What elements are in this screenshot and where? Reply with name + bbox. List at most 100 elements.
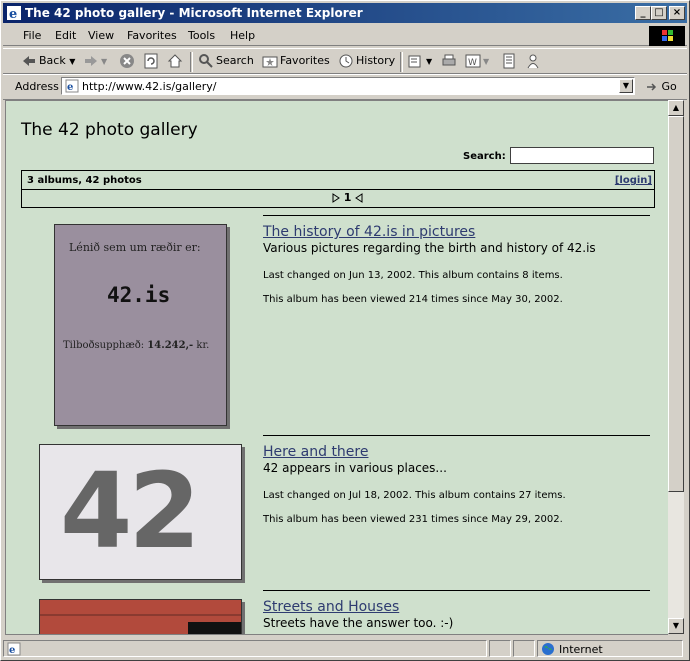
- address-input[interactable]: e http://www.42.is/gallery/ ▼: [61, 77, 635, 95]
- address-label: Address: [15, 80, 59, 93]
- album-thumbnail-history[interactable]: Lénið sem um ræðir er: 42.is Tilboðsupph…: [54, 224, 227, 426]
- discuss-icon: [503, 53, 515, 69]
- history-button[interactable]: History: [338, 53, 395, 69]
- album-count: 3 albums, 42 photos: [27, 175, 142, 186]
- stop-icon: [120, 54, 134, 68]
- search-input[interactable]: [510, 147, 654, 164]
- menu-tools[interactable]: Tools: [188, 29, 215, 42]
- edit-icon: W: [465, 54, 481, 68]
- menu-file[interactable]: File: [23, 29, 41, 42]
- pager: 1: [322, 191, 363, 204]
- go-button[interactable]: Go: [646, 80, 677, 93]
- forward-arrow-icon: [85, 56, 97, 66]
- menu-favorites[interactable]: Favorites: [127, 29, 177, 42]
- back-label: Back: [39, 54, 66, 67]
- scrollbar-thumb[interactable]: [668, 116, 684, 492]
- address-bar: Address e http://www.42.is/gallery/ ▼ Go: [3, 74, 687, 100]
- menu-edit[interactable]: Edit: [55, 29, 76, 42]
- current-page: 1: [343, 191, 352, 204]
- thumb-text-line3: Tilboðsupphæð: 14.242,- kr.: [63, 340, 210, 351]
- mail-button[interactable]: ▼: [408, 53, 432, 69]
- print-icon: [442, 54, 456, 66]
- status-bar: e Internet: [3, 639, 687, 658]
- history-icon: [339, 54, 353, 68]
- page-first-icon[interactable]: [332, 193, 340, 203]
- search-icon: [199, 54, 213, 68]
- page-last-icon[interactable]: [355, 193, 363, 203]
- home-button[interactable]: [167, 53, 185, 69]
- messenger-button[interactable]: [525, 53, 543, 69]
- home-icon: [167, 54, 183, 68]
- edit-button[interactable]: W ▼: [465, 53, 489, 69]
- gallery-nav-box: 3 albums, 42 photos [login] 1: [21, 170, 655, 208]
- svg-text:e: e: [67, 82, 73, 93]
- refresh-icon: [144, 53, 158, 69]
- zone-label: Internet: [559, 643, 603, 656]
- thumb-text-line1: Lénið sem um ræðir er:: [69, 241, 201, 254]
- page-status-icon: e: [7, 642, 21, 656]
- search-label: Search:: [463, 151, 506, 162]
- favorites-tool-label: Favorites: [280, 54, 330, 67]
- search-tool-label: Search: [216, 54, 254, 67]
- thumb-text-line2: 42.is: [107, 283, 171, 307]
- scroll-up-icon[interactable]: ▲: [668, 100, 684, 116]
- album-entry-here-and-there: Here and there 42 appears in various pla…: [263, 435, 650, 576]
- refresh-button[interactable]: [143, 53, 161, 69]
- thumb-text-42: 42: [60, 450, 201, 572]
- prev-page-icon[interactable]: [322, 193, 328, 203]
- album-changed: Last changed on Jul 18, 2002. This album…: [263, 490, 566, 501]
- discuss-button[interactable]: [501, 53, 519, 69]
- login-link[interactable]: [login]: [615, 175, 652, 186]
- minimize-button[interactable]: _: [635, 6, 651, 20]
- toolbar: Back ▼ ▼ Search Favorites History ▼ W ▼: [3, 48, 687, 74]
- address-url: http://www.42.is/gallery/: [82, 80, 217, 93]
- page-viewport: The 42 photo gallery Search: 3 albums, 4…: [5, 100, 668, 635]
- menu-help[interactable]: Help: [230, 29, 255, 42]
- go-label: Go: [661, 80, 677, 93]
- album-views: This album has been viewed 214 times sin…: [263, 294, 563, 305]
- title-bar: e The 42 photo gallery - Microsoft Inter…: [3, 3, 687, 23]
- scroll-down-icon[interactable]: ▼: [668, 618, 684, 634]
- menu-bar: File Edit View Favorites Tools Help: [3, 25, 687, 46]
- messenger-icon: [527, 54, 539, 69]
- album-entry-history: The history of 42.is in pictures Various…: [263, 215, 650, 426]
- search-button[interactable]: Search: [198, 53, 254, 69]
- album-thumbnail-here-and-there[interactable]: 42: [39, 444, 242, 580]
- address-dropdown-icon[interactable]: ▼: [619, 79, 633, 93]
- history-tool-label: History: [356, 54, 396, 67]
- vertical-scrollbar[interactable]: ▲ ▼: [668, 100, 684, 634]
- album-title-here-and-there[interactable]: Here and there: [263, 444, 368, 460]
- album-title-streets-and-houses[interactable]: Streets and Houses: [263, 599, 399, 615]
- page-title: The 42 photo gallery: [21, 120, 198, 140]
- album-description: 42 appears in various places...: [263, 461, 447, 475]
- album-views: This album has been viewed 231 times sin…: [263, 514, 563, 525]
- album-description: Various pictures regarding the birth and…: [263, 241, 596, 255]
- globe-icon: [542, 643, 554, 655]
- status-main: e: [3, 640, 487, 657]
- svg-text:e: e: [9, 645, 15, 656]
- svg-text:W: W: [468, 58, 477, 68]
- album-description: Streets have the answer too. :-): [263, 616, 454, 630]
- album-entry-streets-and-houses: Streets and Houses Streets have the answ…: [263, 590, 650, 634]
- page-icon: e: [65, 79, 79, 93]
- forward-button[interactable]: ▼: [83, 53, 107, 69]
- close-button[interactable]: ×: [669, 6, 685, 20]
- menu-view[interactable]: View: [88, 29, 114, 42]
- window-title: The 42 photo gallery - Microsoft Interne…: [25, 6, 363, 20]
- maximize-button[interactable]: □: [651, 6, 667, 20]
- stop-button[interactable]: [119, 53, 137, 69]
- browser-window: e The 42 photo gallery - Microsoft Inter…: [0, 0, 690, 661]
- print-button[interactable]: [441, 53, 459, 69]
- favorites-button[interactable]: Favorites: [262, 53, 330, 69]
- back-button[interactable]: Back ▼: [21, 53, 75, 69]
- mail-icon: [408, 55, 421, 68]
- back-arrow-icon: [23, 56, 35, 66]
- favorites-icon: [262, 56, 278, 68]
- album-changed: Last changed on Jun 13, 2002. This album…: [263, 270, 563, 281]
- ie-icon: e: [7, 6, 21, 21]
- svg-text:e: e: [9, 7, 17, 21]
- go-arrow-icon: [647, 83, 657, 91]
- album-title-history[interactable]: The history of 42.is in pictures: [263, 224, 475, 240]
- album-thumbnail-streets-and-houses[interactable]: [39, 599, 242, 634]
- windows-logo-icon: [649, 26, 685, 46]
